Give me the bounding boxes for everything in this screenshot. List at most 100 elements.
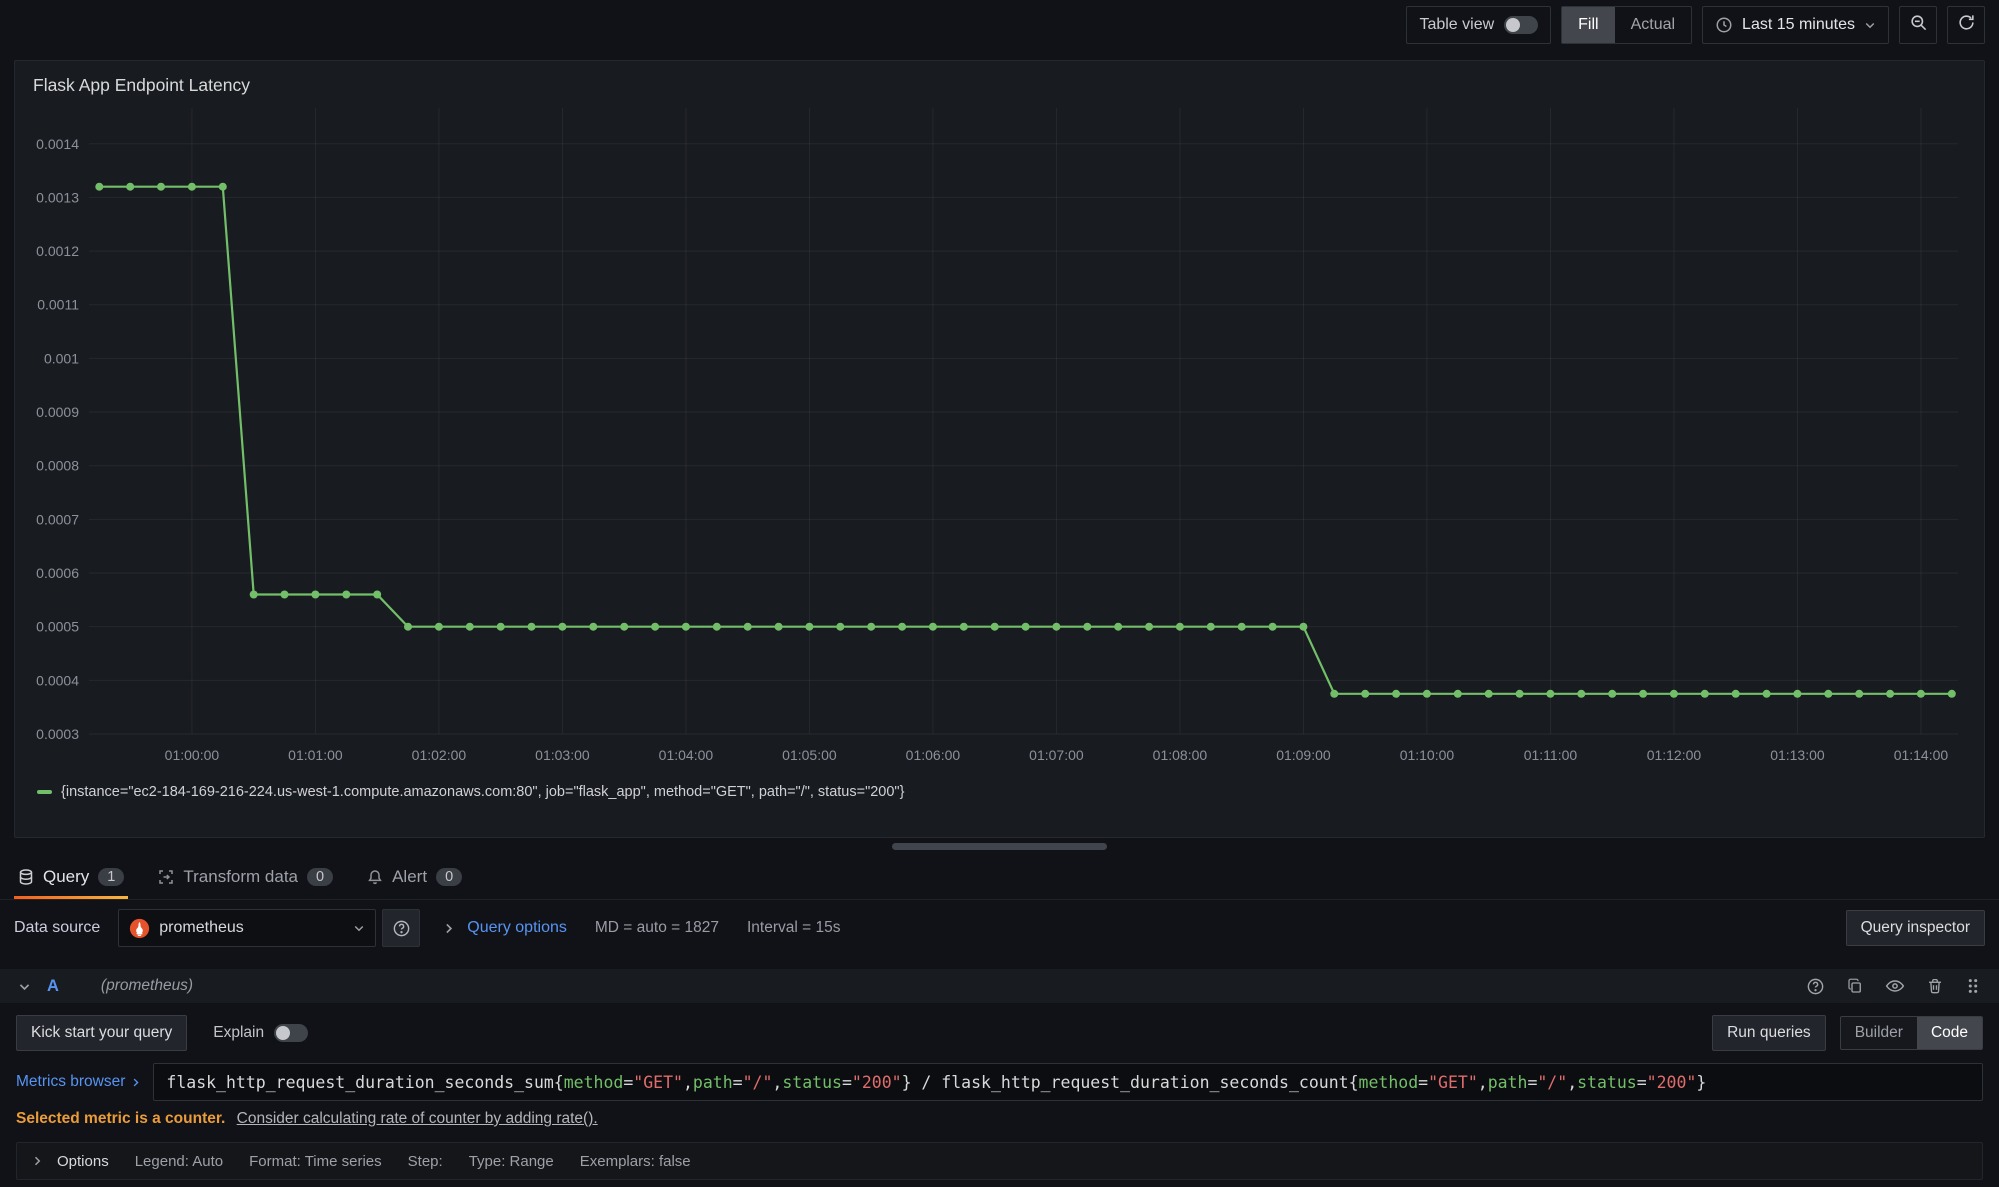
clock-icon [1715,16,1733,34]
builder-code-switch: Builder Code [1840,1016,1983,1050]
table-view-label: Table view [1419,16,1494,34]
chevron-right-icon [130,1077,141,1088]
active-tab-indicator [14,896,128,899]
query-run-tools: Run queries Builder Code [1712,1015,1983,1051]
duplicate-query-icon[interactable] [1846,977,1864,995]
code-mode-button[interactable]: Code [1917,1017,1982,1049]
datasource-help-button[interactable] [382,909,420,947]
tab-alert-count: 0 [436,868,462,886]
query-editor-row: Metrics browser flask_http_request_durat… [16,1063,1983,1101]
time-series-panel: Flask App Endpoint Latency 01:00:00 01:01… [14,60,1985,838]
query-ref-id[interactable]: A [47,977,59,996]
chevron-down-icon [353,922,365,934]
zoom-out-button[interactable] [1899,6,1937,44]
options-label: Options [57,1153,109,1170]
chevron-down-icon [1864,19,1876,31]
toggle-visibility-icon[interactable] [1885,976,1905,996]
explain-toggle[interactable] [274,1024,308,1042]
query-options-toggle[interactable]: Query options [467,919,567,937]
refresh-button[interactable] [1947,6,1985,44]
query-row-header: A (prometheus) [0,969,1999,1003]
svg-text:01:09:00: 01:09:00 [1276,747,1331,763]
time-range-label: Last 15 minutes [1742,16,1855,34]
svg-text:01:10:00: 01:10:00 [1400,747,1455,763]
svg-text:0.0008: 0.0008 [36,458,79,474]
latency-chart[interactable]: 01:00:00 01:01:00 01:02:00 01:03:00 01:04:00… [29,100,1966,782]
query-datasource-hint: (prometheus) [101,977,193,995]
query-row-actions [1806,976,1981,996]
svg-text:01:14:00: 01:14:00 [1894,747,1949,763]
counter-warning: Selected metric is a counter. Consider c… [16,1110,1983,1128]
legend-series-marker [37,790,52,794]
option-step: Step: [408,1153,443,1170]
option-format: Format: Time series [249,1153,382,1170]
editor-tabs: Query 1 Transform data 0 Alert 0 [0,854,1999,900]
svg-text:01:00:00: 01:00:00 [165,747,220,763]
svg-text:01:01:00: 01:01:00 [288,747,343,763]
option-type: Type: Range [469,1153,554,1170]
chart-legend[interactable]: {instance="ec2-184-169-216-224.us-west-1… [29,784,1970,800]
warning-text: Selected metric is a counter. [16,1110,225,1127]
svg-text:0.0005: 0.0005 [36,619,79,635]
option-legend: Legend: Auto [135,1153,223,1170]
tab-transform-data[interactable]: Transform data 0 [156,854,335,899]
fill-button[interactable]: Fill [1562,7,1614,43]
zoom-out-icon [1909,13,1928,37]
svg-text:0.0004: 0.0004 [36,672,79,688]
datasource-row: Data source prometheus Query options MD … [0,900,1999,955]
tab-transform-label: Transform data [183,867,298,887]
help-circle-icon [392,919,411,938]
svg-text:01:12:00: 01:12:00 [1647,747,1702,763]
svg-text:0.0011: 0.0011 [37,297,79,313]
chevron-right-icon [442,922,455,935]
svg-text:01:05:00: 01:05:00 [782,747,837,763]
tab-alert[interactable]: Alert 0 [365,854,464,899]
collapse-chevron-icon[interactable] [18,980,31,993]
svg-text:0.0007: 0.0007 [36,511,79,527]
svg-text:0.0003: 0.0003 [36,726,79,742]
panel-title: Flask App Endpoint Latency [29,71,1970,100]
panel-resize-zone [0,838,1999,854]
svg-text:0.001: 0.001 [44,350,79,366]
kick-start-query-button[interactable]: Kick start your query [16,1015,187,1051]
query-toolbar-row: Kick start your query Explain Run querie… [16,1015,1983,1051]
warning-rate-link[interactable]: Consider calculating rate of counter by … [237,1110,598,1127]
query-inspector-button[interactable]: Query inspector [1846,910,1985,946]
svg-text:01:07:00: 01:07:00 [1029,747,1084,763]
table-view-toggle-group: Table view [1406,6,1551,44]
resize-drag-handle[interactable] [892,843,1107,850]
delete-query-icon[interactable] [1926,977,1944,995]
svg-text:01:03:00: 01:03:00 [535,747,590,763]
datasource-name: prometheus [159,919,344,937]
tab-query[interactable]: Query 1 [16,854,126,899]
tab-query-count: 1 [98,868,124,886]
builder-mode-button[interactable]: Builder [1841,1017,1917,1049]
svg-text:01:13:00: 01:13:00 [1770,747,1825,763]
query-options-summary-row[interactable]: Options Legend: Auto Format: Time series… [16,1142,1983,1180]
tab-transform-count: 0 [307,868,333,886]
fill-actual-switch: Fill Actual [1561,6,1692,44]
refresh-icon [1957,13,1976,37]
drag-handle-icon[interactable] [1965,977,1981,995]
svg-text:01:04:00: 01:04:00 [659,747,714,763]
run-queries-button[interactable]: Run queries [1712,1015,1826,1051]
bell-icon [367,869,383,885]
actual-button[interactable]: Actual [1615,7,1691,43]
svg-text:01:08:00: 01:08:00 [1153,747,1208,763]
datasource-picker[interactable]: prometheus [118,909,376,947]
explain-label: Explain [213,1024,264,1042]
svg-text:0.0014: 0.0014 [36,136,79,152]
svg-text:01:06:00: 01:06:00 [906,747,961,763]
metrics-browser-label: Metrics browser [16,1073,125,1091]
table-view-toggle[interactable] [1504,16,1538,34]
panel-editor-topbar: Table view Fill Actual Last 15 minutes [0,0,1999,50]
transform-icon [158,869,174,885]
query-help-icon[interactable] [1806,977,1825,996]
svg-text:0.0006: 0.0006 [36,565,79,581]
promql-query-input[interactable]: flask_http_request_duration_seconds_sum{… [153,1063,1983,1101]
max-data-points-summary: MD = auto = 1827 [595,919,719,937]
legend-series-label: {instance="ec2-184-169-216-224.us-west-1… [61,784,904,800]
metrics-browser-toggle[interactable]: Metrics browser [16,1073,141,1091]
time-range-picker[interactable]: Last 15 minutes [1702,6,1889,44]
svg-text:01:02:00: 01:02:00 [412,747,467,763]
